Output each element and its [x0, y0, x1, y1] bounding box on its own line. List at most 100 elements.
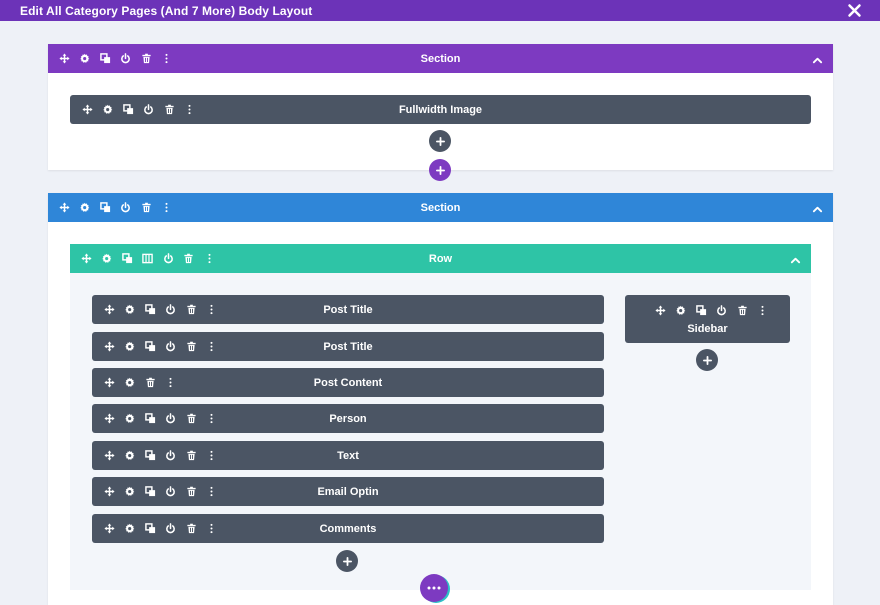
chevron-up-icon[interactable] — [790, 253, 801, 264]
duplicate-icon[interactable] — [143, 449, 157, 463]
move-icon[interactable] — [102, 303, 116, 317]
section-2: Section Row Post Title Post Title Post C… — [48, 193, 833, 605]
more-icon[interactable] — [202, 252, 216, 266]
trash-icon[interactable] — [184, 340, 198, 354]
power-icon[interactable] — [161, 252, 175, 266]
duplicate-icon[interactable] — [143, 485, 157, 499]
add-section-button[interactable] — [429, 159, 451, 181]
more-icon[interactable] — [205, 340, 219, 354]
gear-icon[interactable] — [674, 303, 688, 317]
module-toolbar — [102, 340, 225, 354]
move-icon[interactable] — [57, 52, 71, 66]
gear-icon[interactable] — [123, 340, 137, 354]
move-icon[interactable] — [79, 252, 93, 266]
trash-icon[interactable] — [139, 201, 153, 215]
more-icon[interactable] — [205, 522, 219, 536]
move-icon[interactable] — [102, 412, 116, 426]
more-icon[interactable] — [205, 485, 219, 499]
trash-icon[interactable] — [184, 522, 198, 536]
module-toolbar — [102, 485, 225, 499]
page-settings-button[interactable] — [420, 574, 448, 602]
more-icon[interactable] — [160, 201, 174, 215]
power-icon[interactable] — [164, 485, 178, 499]
power-icon[interactable] — [119, 201, 133, 215]
move-icon[interactable] — [102, 449, 116, 463]
trash-icon[interactable] — [139, 52, 153, 66]
gear-icon[interactable] — [123, 412, 137, 426]
trash-icon[interactable] — [184, 412, 198, 426]
trash-icon[interactable] — [182, 252, 196, 266]
trash-icon[interactable] — [184, 449, 198, 463]
row-header[interactable]: Row — [70, 244, 811, 273]
move-icon[interactable] — [102, 522, 116, 536]
fullwidth-image-module[interactable]: Fullwidth Image — [70, 95, 811, 124]
trash-icon[interactable] — [184, 485, 198, 499]
trash-icon[interactable] — [162, 103, 176, 117]
close-icon[interactable] — [847, 3, 862, 18]
person-module[interactable]: Person — [92, 404, 604, 433]
trash-icon[interactable] — [735, 303, 749, 317]
power-icon[interactable] — [164, 412, 178, 426]
duplicate-icon[interactable] — [121, 103, 135, 117]
duplicate-icon[interactable] — [98, 52, 112, 66]
duplicate-icon[interactable] — [98, 201, 112, 215]
post-title-module[interactable]: Post Title — [92, 332, 604, 361]
gear-icon[interactable] — [123, 376, 137, 390]
add-module-button[interactable] — [336, 550, 358, 572]
add-module-button[interactable] — [696, 349, 718, 371]
duplicate-icon[interactable] — [120, 252, 134, 266]
move-icon[interactable] — [102, 376, 116, 390]
more-icon[interactable] — [205, 412, 219, 426]
more-icon[interactable] — [183, 103, 197, 117]
power-icon[interactable] — [142, 103, 156, 117]
gear-icon[interactable] — [78, 52, 92, 66]
more-icon[interactable] — [205, 449, 219, 463]
text-module[interactable]: Text — [92, 441, 604, 470]
duplicate-icon[interactable] — [143, 303, 157, 317]
power-icon[interactable] — [164, 449, 178, 463]
row-container: Row Post Title Post Title Post Content P… — [70, 244, 811, 590]
move-icon[interactable] — [80, 103, 94, 117]
section-2-header[interactable]: Section — [48, 193, 833, 222]
move-icon[interactable] — [102, 485, 116, 499]
gear-icon[interactable] — [123, 303, 137, 317]
power-icon[interactable] — [164, 303, 178, 317]
chevron-up-icon[interactable] — [812, 202, 823, 213]
duplicate-icon[interactable] — [143, 522, 157, 536]
move-icon[interactable] — [102, 340, 116, 354]
post-content-module[interactable]: Post Content — [92, 368, 604, 397]
duplicate-icon[interactable] — [143, 340, 157, 354]
layout-title: Edit All Category Pages (And 7 More) Bod… — [20, 3, 313, 18]
more-icon[interactable] — [756, 303, 770, 317]
email-optin-module[interactable]: Email Optin — [92, 477, 604, 506]
gear-icon[interactable] — [101, 103, 115, 117]
columns-icon[interactable] — [141, 252, 155, 266]
module-toolbar — [102, 376, 184, 390]
more-icon[interactable] — [164, 376, 178, 390]
gear-icon[interactable] — [100, 252, 114, 266]
add-module-button[interactable] — [429, 130, 451, 152]
move-icon[interactable] — [653, 303, 667, 317]
more-icon[interactable] — [205, 303, 219, 317]
comments-module[interactable]: Comments — [92, 514, 604, 543]
more-icon[interactable] — [160, 52, 174, 66]
power-icon[interactable] — [164, 522, 178, 536]
duplicate-icon[interactable] — [694, 303, 708, 317]
move-icon[interactable] — [57, 201, 71, 215]
section-1-header[interactable]: Section — [48, 44, 833, 73]
gear-icon[interactable] — [123, 485, 137, 499]
power-icon[interactable] — [164, 340, 178, 354]
power-icon[interactable] — [715, 303, 729, 317]
sidebar-module[interactable]: Sidebar — [625, 295, 790, 343]
chevron-up-icon[interactable] — [812, 53, 823, 64]
trash-icon[interactable] — [143, 376, 157, 390]
post-title-module[interactable]: Post Title — [92, 295, 604, 324]
power-icon[interactable] — [119, 52, 133, 66]
module-toolbar — [102, 449, 225, 463]
trash-icon[interactable] — [184, 303, 198, 317]
builder-topbar: Edit All Category Pages (And 7 More) Bod… — [0, 0, 880, 21]
gear-icon[interactable] — [123, 449, 137, 463]
gear-icon[interactable] — [78, 201, 92, 215]
gear-icon[interactable] — [123, 522, 137, 536]
duplicate-icon[interactable] — [143, 412, 157, 426]
